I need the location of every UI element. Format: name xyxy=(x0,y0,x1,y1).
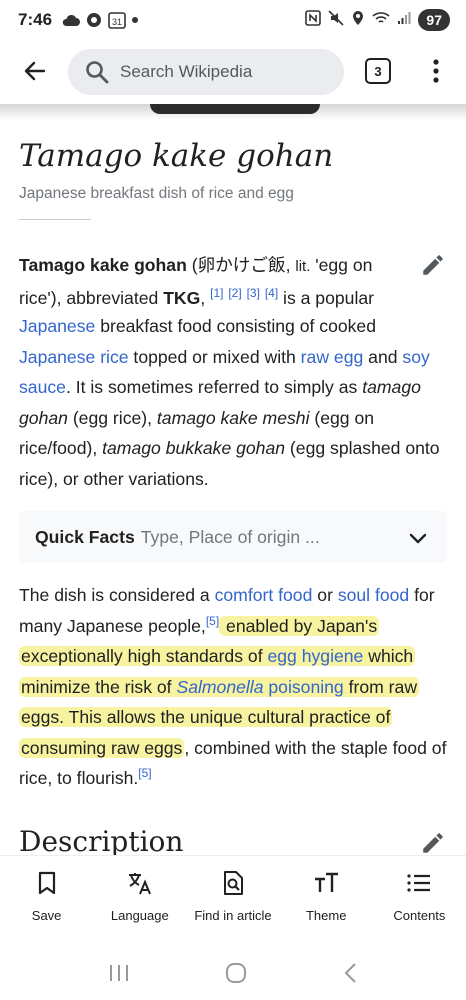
edit-pencil-icon[interactable] xyxy=(420,830,446,856)
language-button[interactable]: Language xyxy=(93,856,186,945)
article-description: Japanese breakfast dish of rice and egg xyxy=(19,185,294,202)
highlighted-text: enabled by Japan's exceptionally high st… xyxy=(19,615,420,758)
back-nav-icon[interactable] xyxy=(342,962,358,984)
cloud-icon xyxy=(62,13,81,27)
bookmark-icon xyxy=(38,871,55,895)
chevron-down-icon xyxy=(409,533,427,544)
reference-link[interactable]: [2] xyxy=(228,286,241,300)
save-label: Save xyxy=(31,908,62,923)
theme-button[interactable]: Theme xyxy=(280,856,373,945)
reference-link[interactable]: [4] xyxy=(265,286,278,300)
link-japanese-rice[interactable]: Japanese rice xyxy=(19,347,129,367)
intro-paragraph-cont: Japanese breakfast food consisting of co… xyxy=(19,316,440,489)
tabs-button[interactable]: 3 xyxy=(365,58,391,84)
reference-link[interactable]: [3] xyxy=(247,286,260,300)
edit-pencil-icon[interactable] xyxy=(420,252,446,278)
text-size-icon xyxy=(315,872,339,892)
save-button[interactable]: Save xyxy=(0,856,93,945)
link-salmonella[interactable]: Salmonella xyxy=(176,677,263,697)
contents-label: Contents xyxy=(393,908,446,923)
mute-icon xyxy=(328,9,344,31)
find-in-page-icon xyxy=(224,871,243,895)
home-icon[interactable] xyxy=(225,962,247,984)
top-app-bar: Search Wikipedia 3 xyxy=(0,40,466,104)
more-vert-icon xyxy=(433,59,439,83)
link-egg-hygiene[interactable]: egg hygiene xyxy=(267,646,363,666)
calendar-icon: 31 xyxy=(108,11,126,29)
link-soul-food[interactable]: soul food xyxy=(338,585,409,605)
section-heading-description: Description xyxy=(19,825,184,858)
search-bar[interactable]: Search Wikipedia xyxy=(68,49,344,95)
intro-paragraph: Tamago kake gohan (卵かけご飯, lit. 'egg on r… xyxy=(19,255,375,308)
bold-term: Tamago kake gohan xyxy=(19,255,187,275)
language-label: Language xyxy=(110,908,169,923)
theme-label: Theme xyxy=(305,908,347,923)
battery-indicator: 97 xyxy=(418,9,450,31)
list-icon xyxy=(407,874,431,892)
nfc-icon xyxy=(305,9,322,31)
system-navigation-bar xyxy=(0,945,466,1000)
link-poisoning[interactable]: poisoning xyxy=(264,677,343,697)
body-paragraph: The dish is considered a comfort food or… xyxy=(19,585,447,788)
back-button[interactable] xyxy=(18,54,52,88)
reference-link[interactable]: [5] xyxy=(138,766,151,780)
link-japanese[interactable]: Japanese xyxy=(19,316,95,336)
reference-link[interactable]: [1] xyxy=(210,286,223,300)
svg-text:31: 31 xyxy=(112,17,122,27)
signal-icon xyxy=(397,10,411,30)
search-icon xyxy=(86,61,109,84)
lead-image[interactable] xyxy=(150,104,320,114)
link-raw-egg[interactable]: raw egg xyxy=(301,347,364,367)
translate-icon xyxy=(128,873,151,895)
reference-link[interactable]: [5] xyxy=(206,614,219,628)
find-in-article-button[interactable]: Find in article xyxy=(186,856,279,945)
quick-facts-subtitle: Type, Place of origin ... xyxy=(140,526,320,547)
link-comfort-food[interactable]: comfort food xyxy=(215,585,313,605)
find-label: Find in article xyxy=(194,908,272,923)
status-time: 7:46 xyxy=(18,10,53,29)
title-divider xyxy=(19,219,91,220)
bottom-toolbar: Save Language Find in article Theme Cont… xyxy=(0,855,466,945)
wifi-icon xyxy=(372,10,390,30)
more-options-button[interactable] xyxy=(424,56,448,86)
quick-facts-panel[interactable]: Quick Facts Type, Place of origin ... xyxy=(19,511,447,563)
app-notification-icon xyxy=(86,12,102,28)
status-bar: 7:46 31 97 xyxy=(0,0,466,40)
search-placeholder: Search Wikipedia xyxy=(120,62,253,81)
contents-button[interactable]: Contents xyxy=(373,856,466,945)
recents-icon[interactable] xyxy=(108,963,130,983)
article-title: Tamago kake gohan xyxy=(19,138,334,174)
location-icon xyxy=(351,10,365,31)
quick-facts-title: Quick Facts xyxy=(35,526,135,547)
arrow-back-icon xyxy=(24,61,46,81)
bold-abbrev: TKG xyxy=(163,287,201,308)
dot-icon xyxy=(132,17,139,23)
